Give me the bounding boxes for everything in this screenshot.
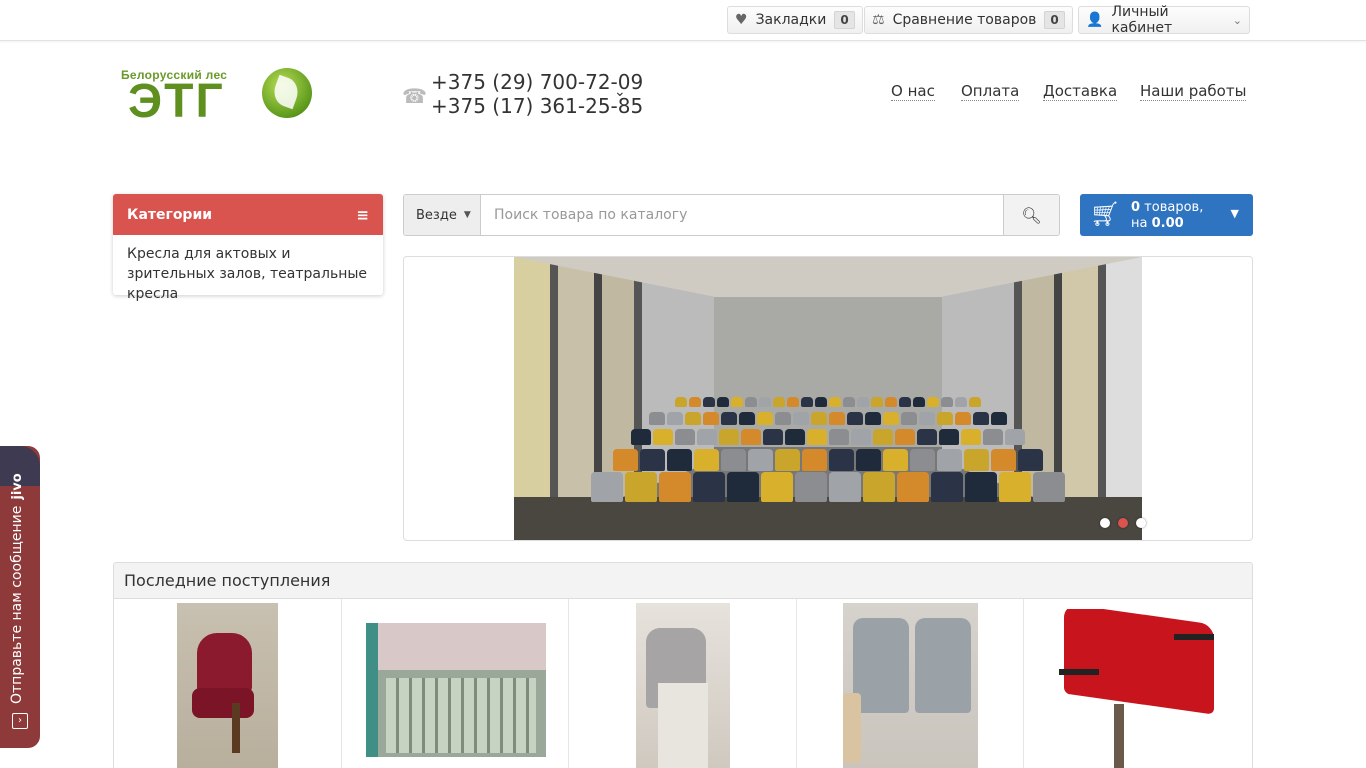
scales-icon: ⚖ (872, 12, 885, 28)
search-scope-label: Везде (416, 207, 457, 223)
bookmarks-count: 0 (834, 11, 855, 29)
nav-payment[interactable]: Оплата (961, 82, 1020, 101)
slider-dot-1[interactable] (1100, 518, 1110, 528)
search-button[interactable]: 🔍︎ (1003, 195, 1059, 235)
slider-dot-2[interactable] (1118, 518, 1128, 528)
product-card[interactable] (114, 599, 342, 768)
account-label: Личный кабинет (1111, 4, 1173, 36)
phone-number-2[interactable]: +375 (17) 361-25-85 (431, 94, 643, 118)
bookmarks-label: Закладки (755, 12, 827, 28)
menu-icon[interactable]: ≡ (356, 206, 369, 224)
cart-sum-prefix: на (1131, 216, 1152, 231)
product-card[interactable] (1024, 599, 1252, 768)
category-item[interactable]: Кресла для актовых и зрительных залов, т… (113, 235, 383, 313)
product-card[interactable] (342, 599, 570, 768)
slider-dot-3[interactable] (1136, 518, 1146, 528)
categories-panel: Категории ≡ Кресла для актовых и зритель… (113, 194, 383, 302)
user-icon: 👤 (1086, 12, 1104, 28)
cart-sum: 0.00 (1151, 216, 1184, 231)
nav-our-works[interactable]: Наши работы (1140, 82, 1247, 101)
chat-widget-tab[interactable]: Отправьте нам сообщениеjivo › (0, 446, 40, 748)
categories-header[interactable]: Категории ≡ (113, 194, 383, 235)
banner-slider[interactable] (403, 256, 1253, 541)
search-input[interactable] (481, 195, 1003, 235)
latest-products-title: Последние поступления (114, 563, 1252, 599)
slider-dots (1100, 518, 1154, 528)
cart-icon: 🛒︎ (1090, 200, 1121, 228)
categories-title: Категории (127, 206, 213, 223)
compare-count: 0 (1044, 11, 1065, 29)
product-image[interactable] (365, 623, 546, 757)
chevron-down-icon: ▼ (463, 210, 471, 220)
search-scope-select[interactable]: Везде ▼ (404, 195, 481, 235)
product-card[interactable] (797, 599, 1025, 768)
bookmarks-button[interactable]: ♥ Закладки 0 (727, 6, 863, 34)
product-image[interactable] (842, 603, 978, 768)
heart-icon: ♥ (735, 12, 748, 28)
phone-number-1[interactable]: +375 (29) 700-72-09 (431, 70, 643, 94)
search-icon: 🔍︎ (1021, 205, 1042, 225)
slide-image-auditorium (514, 257, 1142, 540)
leaf-icon (262, 68, 312, 118)
chat-widget-text: Отправьте нам сообщениеjivo (9, 473, 25, 704)
phones-chevron-icon[interactable]: ⌄ (614, 84, 626, 100)
phone-icon: ☎ (402, 84, 427, 108)
account-button[interactable]: 👤 Личный кабинет ⌄ (1078, 4, 1250, 36)
phone-numbers[interactable]: +375 (29) 700-72-09 +375 (17) 361-25-85 (431, 70, 643, 118)
nav-about[interactable]: О нас (891, 82, 935, 101)
chevron-down-icon: ▼ (1230, 207, 1239, 220)
cart-sum-line: на 0.00 (1131, 216, 1184, 232)
compare-button[interactable]: ⚖ Сравнение товаров 0 (864, 6, 1073, 34)
cart-count-suffix: товаров, (1140, 200, 1204, 215)
chat-icon: › (12, 713, 28, 729)
chevron-down-icon: ⌄ (1232, 13, 1242, 27)
product-image[interactable] (1054, 609, 1225, 768)
top-bar: ♥ Закладки 0 ⚖ Сравнение товаров 0 👤 Лич… (0, 0, 1366, 41)
product-image[interactable] (636, 603, 731, 768)
compare-label: Сравнение товаров (892, 12, 1037, 28)
product-card[interactable] (569, 599, 797, 768)
product-image[interactable] (177, 603, 278, 768)
cart-button[interactable]: 🛒︎ 0 товаров, на 0.00 ▼ (1080, 194, 1253, 236)
logo-big-text: ЭТГ (128, 75, 225, 128)
cart-count: 0 (1131, 200, 1141, 215)
nav-delivery[interactable]: Доставка (1043, 82, 1118, 101)
search-bar: Везде ▼ 🔍︎ (403, 194, 1060, 236)
chat-brand: jivo (10, 473, 25, 500)
cart-count-line: 0 товаров, (1131, 200, 1203, 216)
latest-products: Последние поступления (113, 562, 1253, 768)
site-logo[interactable]: Белорусский лес ЭТГ (118, 66, 318, 128)
